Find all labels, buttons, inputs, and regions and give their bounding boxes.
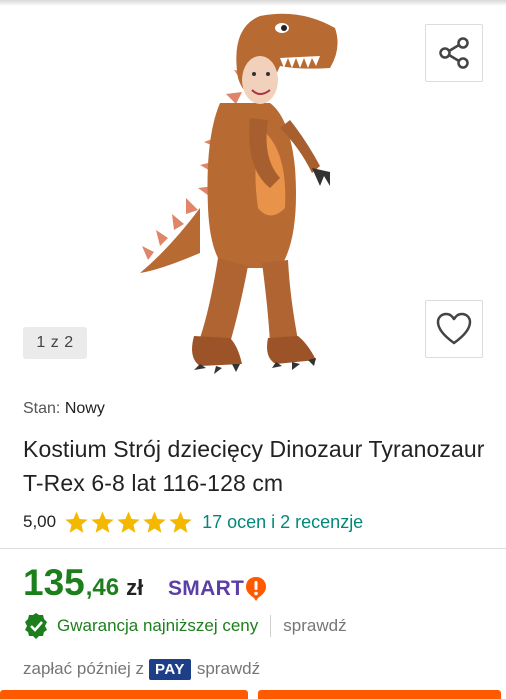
rating-row: 5,00 17 ocen i 2 recenzje (23, 509, 363, 535)
buy-now-button[interactable] (258, 690, 501, 699)
star-icon (143, 511, 166, 533)
pay-badge: PAY (148, 658, 191, 680)
guarantee-badge-icon (25, 613, 47, 639)
price-decimal: ,46 (85, 574, 120, 601)
lowest-price-guarantee: Gwarancja najniższej ceny sprawdź (23, 612, 347, 640)
product-title: Kostium Strój dziecięcy Dinozaur Tyranoz… (23, 436, 485, 496)
share-icon (439, 37, 469, 69)
product-gallery[interactable]: 1 z 2 (0, 0, 506, 380)
reviews-link[interactable]: 17 ocen i 2 recenzje (202, 512, 363, 533)
star-icon (65, 511, 88, 533)
heart-icon (436, 312, 472, 345)
pay-later-row: zapłać później z PAY sprawdź (23, 656, 260, 682)
guarantee-check-link[interactable]: sprawdź (283, 616, 346, 636)
separator (270, 615, 272, 637)
section-divider (0, 548, 506, 549)
pay-later-text: zapłać później z (23, 659, 144, 678)
star-icon (91, 511, 114, 533)
condition-label: Stan: (23, 400, 61, 417)
product-image[interactable] (130, 8, 350, 378)
rating-value: 5,00 (23, 512, 57, 531)
share-button[interactable] (425, 24, 483, 82)
smart-label: SMART (168, 577, 245, 600)
rating-stars (64, 510, 194, 535)
favorite-button[interactable] (425, 300, 483, 358)
pay-later-check-link[interactable]: sprawdź (197, 659, 260, 679)
add-to-cart-button[interactable] (0, 690, 248, 699)
smart-badge[interactable]: SMART (168, 576, 267, 602)
price-integer: 135 (23, 562, 85, 603)
guarantee-text: Gwarancja najniższej ceny (57, 616, 259, 635)
product-condition: Stan: Nowy (23, 400, 105, 418)
star-icon (117, 511, 140, 533)
image-counter: 1 z 2 (23, 327, 87, 359)
price-currency: zł (126, 575, 144, 600)
smart-exclamation-icon (246, 577, 267, 601)
condition-value: Nowy (64, 400, 105, 417)
star-icon (169, 511, 192, 533)
price: 135 ,46 zł (23, 562, 143, 604)
